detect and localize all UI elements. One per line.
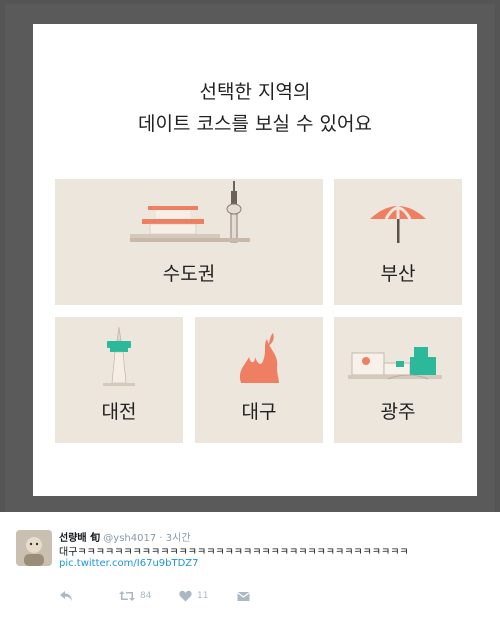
envelope-icon [237,591,250,601]
landmark-building-icon [348,347,442,380]
tower-icon [103,327,135,386]
tweet-link[interactable]: pic.twitter.com/I67u9bTDZ7 [59,558,199,569]
tweet: 선량배 旬 @ysh4017 · 3시간 대구ㅋㅋㅋㅋㅋㅋㅋㅋㅋㅋㅋㅋㅋㅋㅋㅋㅋ… [0,512,500,617]
region-label: 수도권 [162,263,216,285]
tweet-actions: 84 11 [59,588,359,604]
region-label: 대전 [101,401,137,423]
like-button[interactable]: 11 [179,588,208,604]
heading-line-2: 데이트 코스를 보실 수 있어요 [138,113,372,135]
reply-button[interactable] [59,588,73,604]
avatar[interactable] [16,530,52,566]
direct-message-button[interactable] [237,588,250,604]
reply-icon [60,591,72,601]
tweet-header: 선량배 旬 @ysh4017 · 3시간 [59,529,191,544]
heading-line-1: 선택한 지역의 [199,81,311,103]
flame-icon [239,333,279,383]
region-label: 대구 [241,401,277,423]
region-tile-daegu[interactable]: 대구 [195,317,323,443]
heart-icon [179,590,192,602]
avatar-image [16,530,52,566]
palace-and-tower-icon [130,181,250,243]
photo-frame: 선택한 지역의 데이트 코스를 보실 수 있어요 수도권 부산 대전 대구 광주 [5,4,495,512]
card-heading: 선택한 지역의 데이트 코스를 보실 수 있어요 [33,76,477,140]
retweet-icon [119,591,135,601]
tweet-photo[interactable]: 선택한 지역의 데이트 코스를 보실 수 있어요 수도권 부산 대전 대구 광주 [0,0,500,512]
retweet-count: 84 [140,591,152,601]
region-tile-gwangju[interactable]: 광주 [334,317,462,443]
like-count: 11 [197,591,209,601]
region-tile-sudogwon[interactable]: 수도권 [55,179,323,305]
region-select-card: 선택한 지역의 데이트 코스를 보실 수 있어요 수도권 부산 대전 대구 광주 [33,24,477,496]
region-label: 부산 [380,263,416,285]
tweet-text: 대구ㅋㅋㅋㅋㅋㅋㅋㅋㅋㅋㅋㅋㅋㅋㅋㅋㅋㅋㅋㅋㅋㅋㅋㅋㅋㅋㅋㅋㅋㅋㅋㅋㅋㅋㅋㅋ [59,547,409,558]
beach-umbrella-icon [370,201,426,243]
region-tile-busan[interactable]: 부산 [334,179,462,305]
region-label: 광주 [380,401,416,423]
region-tile-daejeon[interactable]: 대전 [55,317,183,443]
retweet-button[interactable]: 84 [119,588,151,604]
